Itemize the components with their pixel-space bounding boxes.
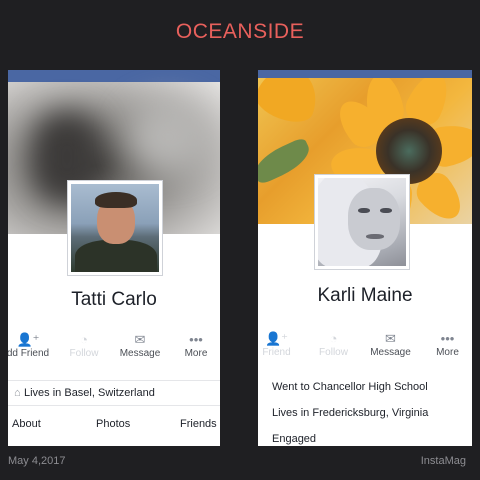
profile-tabs: About Photos Friends bbox=[8, 416, 220, 438]
education-info: Went to Chancellor High School bbox=[272, 381, 428, 393]
more-button[interactable]: ••• More bbox=[168, 332, 220, 359]
profile-actions: 👤⁺ Friend ◔ Follow ✉ Message ••• More bbox=[258, 331, 472, 358]
more-icon: ••• bbox=[440, 331, 455, 346]
profile-name: Karli Maine bbox=[317, 285, 413, 306]
message-icon: ✉ bbox=[385, 331, 396, 346]
relationship-info: Engaged bbox=[272, 433, 317, 445]
location-info: Lives in Fredericksburg, Virginia bbox=[272, 407, 429, 419]
follow-icon: ◔ bbox=[80, 332, 88, 347]
page-title: OCEANSIDE bbox=[175, 20, 305, 43]
profile-actions: 👤⁺ dd Friend ◔ Follow ✉ Message ••• More bbox=[8, 332, 220, 359]
follow-icon: ◔ bbox=[329, 331, 338, 346]
top-bar bbox=[8, 70, 220, 82]
message-button[interactable]: ✉ Message bbox=[112, 332, 168, 359]
message-icon: ✉ bbox=[134, 332, 146, 347]
home-icon: ⌂ bbox=[14, 387, 21, 399]
profile-card-karli: Karli Maine 👤⁺ Friend ◔ Follow ✉ Message… bbox=[258, 70, 472, 446]
add-friend-icon: 👤⁺ bbox=[16, 332, 40, 347]
add-friend-button[interactable]: 👤⁺ Friend bbox=[258, 331, 305, 358]
tab-about[interactable]: About bbox=[12, 418, 41, 430]
follow-button[interactable]: ◔ Follow bbox=[305, 331, 362, 358]
add-friend-icon: 👤⁺ bbox=[264, 331, 289, 346]
profile-name: Tatti Carlo bbox=[71, 289, 157, 310]
tab-photos[interactable]: Photos bbox=[96, 418, 130, 430]
profile-card-tatti: Tatti Carlo 👤⁺ dd Friend ◔ Follow ✉ Mess… bbox=[8, 70, 220, 446]
add-friend-button[interactable]: 👤⁺ dd Friend bbox=[8, 332, 56, 359]
top-bar bbox=[258, 70, 472, 78]
more-icon: ••• bbox=[189, 332, 203, 347]
message-button[interactable]: ✉ Message bbox=[362, 331, 419, 358]
profile-photo bbox=[71, 184, 159, 272]
tab-friends[interactable]: Friends bbox=[180, 418, 217, 430]
avatar[interactable] bbox=[314, 174, 410, 270]
avatar[interactable] bbox=[67, 180, 163, 276]
profile-photo bbox=[318, 178, 406, 266]
location-info: ⌂ Lives in Basel, Switzerland bbox=[8, 380, 220, 406]
app-watermark: InstaMag bbox=[420, 455, 466, 467]
more-button[interactable]: ••• More bbox=[419, 331, 472, 358]
follow-button[interactable]: ◔ Follow bbox=[56, 332, 112, 359]
post-date: May 4,2017 bbox=[8, 455, 66, 467]
